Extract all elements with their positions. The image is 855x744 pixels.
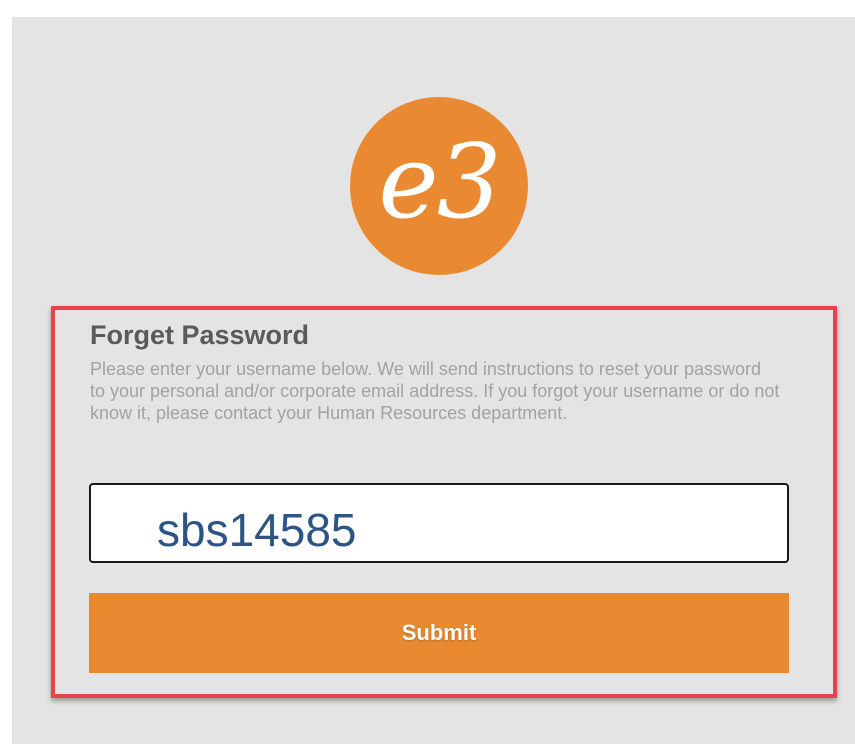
submit-button[interactable]: Submit (89, 593, 789, 673)
e3-logo: e3 (350, 97, 528, 275)
username-input[interactable] (89, 483, 789, 563)
logo-text: e3 (378, 123, 501, 242)
page: e3 Forget Password Please enter your use… (0, 0, 855, 744)
form-description: Please enter your username below. We wil… (90, 359, 780, 423)
form-title: Forget Password (90, 320, 310, 350)
